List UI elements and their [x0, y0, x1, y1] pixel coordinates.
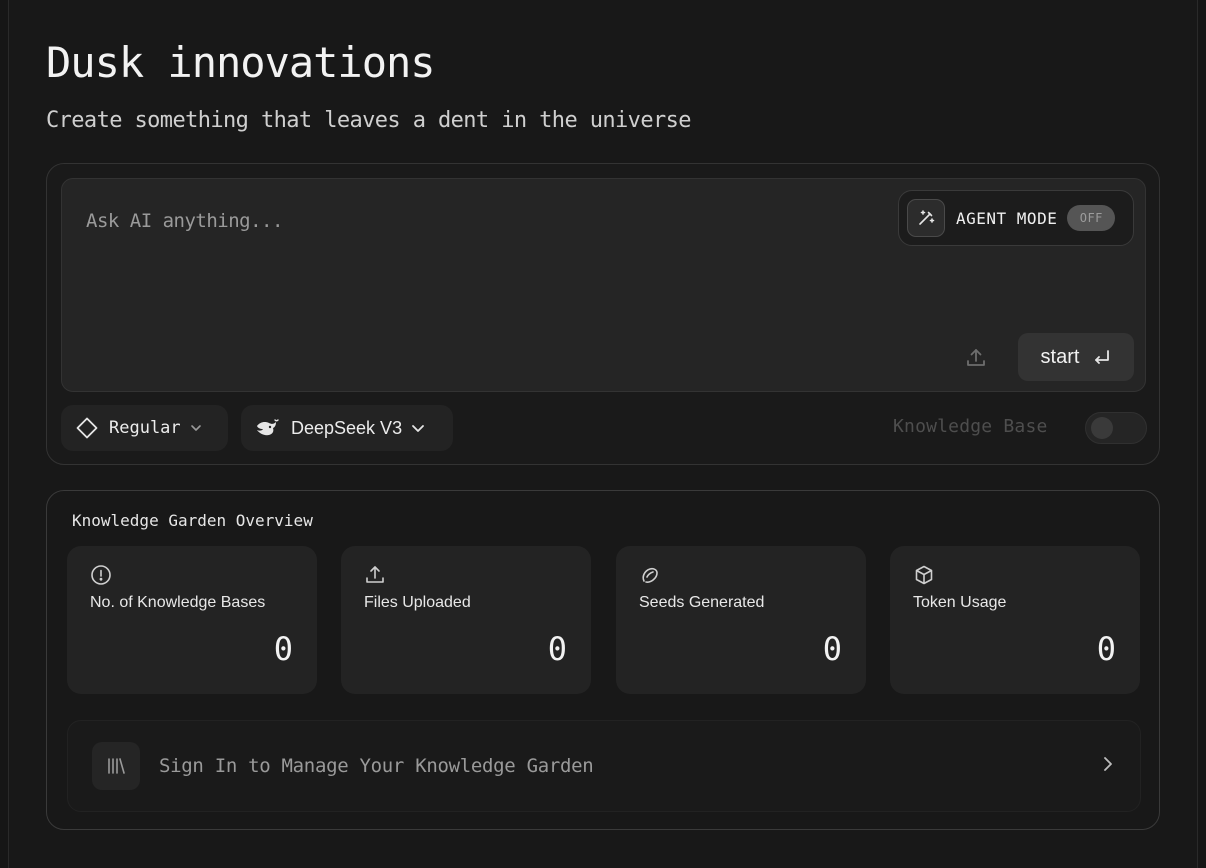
page-subtitle: Create something that leaves a dent in t…: [46, 108, 692, 133]
agent-mode-label: AGENT MODE: [956, 208, 1058, 228]
prompt-box: AGENT MODE OFF start: [61, 178, 1146, 392]
enter-icon: [1095, 350, 1110, 364]
upload-icon: [967, 349, 985, 366]
knowledge-base-label: Knowledge Base: [893, 416, 1048, 437]
chevron-right-icon: [1104, 757, 1112, 771]
upload-button[interactable]: [942, 333, 1010, 383]
stat-value: 0: [1096, 630, 1116, 668]
model-label: DeepSeek V3: [291, 417, 403, 438]
knowledge-base-toggle[interactable]: [1085, 412, 1147, 444]
sign-in-row[interactable]: Sign In to Manage Your Knowledge Garden: [67, 720, 1141, 812]
model-selector[interactable]: DeepSeek V3: [241, 405, 453, 451]
box-icon: [915, 565, 933, 585]
stat-value: 0: [822, 630, 842, 668]
stat-label: Files Uploaded: [364, 594, 471, 611]
upload-icon: [366, 566, 384, 583]
sign-in-label: Sign In to Manage Your Knowledge Garden: [159, 755, 594, 777]
chevron-down-icon: [190, 425, 201, 431]
stat-card-files-uploaded: Files Uploaded 0: [341, 546, 591, 694]
stat-value: 0: [547, 630, 567, 668]
library-icon: [92, 742, 140, 790]
page-title: Dusk innovations: [46, 38, 436, 87]
deepseek-whale-icon: [257, 419, 279, 436]
agent-mode-toggle[interactable]: OFF: [1067, 205, 1116, 231]
prompt-input[interactable]: [86, 201, 866, 241]
mode-selector[interactable]: Regular: [61, 405, 228, 451]
stat-value: 0: [273, 630, 293, 668]
stat-card-token-usage: Token Usage 0: [890, 546, 1140, 694]
stat-card-knowledge-bases: No. of Knowledge Bases 0: [67, 546, 317, 694]
stat-label: No. of Knowledge Bases: [90, 594, 266, 611]
stat-label: Seeds Generated: [639, 594, 765, 611]
knowledge-garden-panel: Knowledge Garden Overview No. of Knowled…: [46, 490, 1160, 830]
toggle-knob: [1091, 417, 1113, 439]
seed-icon: [642, 567, 658, 583]
start-button[interactable]: start: [1018, 333, 1134, 381]
diamond-icon: [76, 417, 98, 439]
chevron-down-icon: [412, 425, 424, 432]
garden-title: Knowledge Garden Overview: [72, 511, 313, 530]
alert-circle-icon: [91, 565, 111, 585]
agent-mode-control[interactable]: AGENT MODE OFF: [898, 190, 1134, 246]
magic-wand-icon[interactable]: [907, 199, 945, 237]
mode-label: Regular: [109, 418, 181, 438]
stat-card-seeds-generated: Seeds Generated 0: [616, 546, 866, 694]
stat-label: Token Usage: [913, 594, 1007, 611]
start-label: start: [1040, 345, 1080, 368]
prompt-card: AGENT MODE OFF start Regular: [46, 163, 1160, 465]
